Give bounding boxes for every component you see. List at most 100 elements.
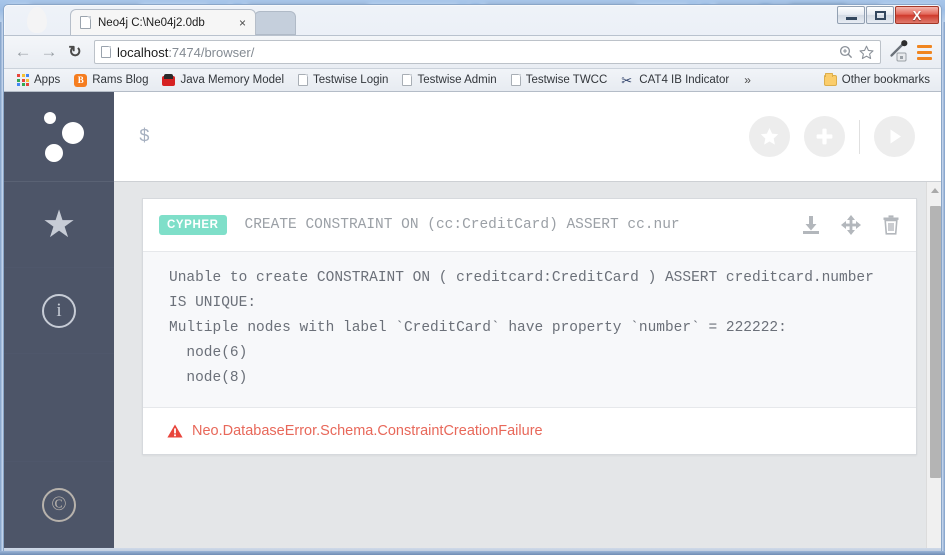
bookmark-label: Testwise Login <box>313 74 389 86</box>
reload-button[interactable]: ↻ <box>62 39 88 65</box>
back-button[interactable]: ← <box>10 39 36 65</box>
bookmark-cat4-ib-indicator[interactable]: ✂ CAT4 IB Indicator <box>614 70 736 90</box>
bookmark-label: Rams Blog <box>92 74 149 86</box>
download-icon[interactable] <box>800 214 822 236</box>
executed-query-text: CREATE CONSTRAINT ON (cc:CreditCard) ASS… <box>244 217 680 233</box>
scrollbar-thumb[interactable] <box>930 206 941 478</box>
expand-icon-svg <box>841 215 861 235</box>
bookmark-label: CAT4 IB Indicator <box>639 74 730 86</box>
apps-grid-icon <box>17 74 29 86</box>
chrome-menu-button[interactable] <box>911 39 937 65</box>
download-icon-svg <box>803 216 819 234</box>
result-frame-actions <box>800 214 902 236</box>
bookmarks-bar: Apps B Rams Blog Java Memory Model Testw… <box>4 68 941 92</box>
result-frame-header: CYPHER CREATE CONSTRAINT ON (cc:CreditCa… <box>143 199 916 251</box>
hamburger-bar <box>916 50 932 54</box>
forward-button[interactable]: → <box>36 39 62 65</box>
warning-icon-svg <box>167 424 183 438</box>
bookmark-other-bookmarks[interactable]: Other bookmarks <box>817 70 937 90</box>
folder-icon <box>823 72 837 86</box>
scissors-icon: ✂ <box>621 72 633 88</box>
page-icon <box>101 46 111 58</box>
expand-icon[interactable] <box>840 214 862 236</box>
add-query-button[interactable] <box>804 116 845 157</box>
browser-toolbar: ← → ↻ localhost:7474/browser/ <box>4 35 941 68</box>
query-editor-bar: $ <box>114 92 941 182</box>
page-icon <box>298 74 309 86</box>
browser-window: Neo4j C:\Ne04j2.0db × X ← → ↻ localhost:… <box>0 0 945 555</box>
window-edge-bottom <box>0 551 945 555</box>
star-icon <box>760 128 779 145</box>
restore-icon <box>874 10 886 20</box>
bookmark-java-memory-model[interactable]: Java Memory Model <box>155 70 291 90</box>
sidebar-spacer <box>4 354 114 462</box>
window-edge-left <box>0 22 3 555</box>
browser-tab-neo4j[interactable]: Neo4j C:\Ne04j2.0db × <box>70 9 256 35</box>
jvm-book-icon <box>162 73 176 87</box>
bookmark-label: Apps <box>34 74 61 86</box>
close-icon[interactable]: × <box>236 17 249 29</box>
sidebar-item-favorites[interactable]: ★ <box>4 182 114 268</box>
plus-icon <box>816 128 833 145</box>
info-circle-icon: i <box>42 293 76 328</box>
bookmarks-overflow-button[interactable]: » <box>736 73 759 87</box>
copyright-circle-icon: © <box>42 487 76 522</box>
minimize-button[interactable] <box>837 6 865 24</box>
bookmark-label: Other bookmarks <box>841 74 930 86</box>
page-icon <box>510 74 521 86</box>
run-query-button[interactable] <box>874 116 915 157</box>
neo4j-sidebar: ★ i © <box>4 92 114 548</box>
bookmark-testwise-login[interactable]: Testwise Login <box>291 70 395 90</box>
trash-icon-svg <box>883 215 899 235</box>
warning-triangle-icon <box>167 424 183 438</box>
page-icon <box>80 16 91 29</box>
result-frame: CYPHER CREATE CONSTRAINT ON (cc:CreditCa… <box>142 198 917 455</box>
new-tab-button[interactable] <box>254 11 296 35</box>
editor-actions <box>749 116 915 157</box>
sidebar-item-credits[interactable]: © <box>4 462 114 548</box>
play-icon <box>890 129 901 144</box>
bookmark-label: Java Memory Model <box>180 74 285 86</box>
eyedropper-icon-svg <box>890 40 908 62</box>
star-icon-svg <box>858 45 874 59</box>
chevron-up-icon <box>931 188 939 193</box>
sidebar-item-database-logo[interactable] <box>4 92 114 182</box>
maximize-button[interactable] <box>866 6 894 24</box>
address-bar[interactable]: localhost:7474/browser/ <box>94 40 881 64</box>
editor-separator <box>859 119 860 154</box>
bookmark-testwise-twcc[interactable]: Testwise TWCC <box>504 70 615 90</box>
tab-strip: Neo4j C:\Ne04j2.0db × X <box>4 5 941 37</box>
eyedropper-extension-icon[interactable] <box>887 39 911 65</box>
chrome-logo-icon <box>24 7 50 37</box>
bookmark-testwise-admin[interactable]: Testwise Admin <box>395 70 503 90</box>
page-scrollbar[interactable] <box>926 182 941 548</box>
window-controls: X <box>837 6 939 24</box>
close-window-button[interactable]: X <box>895 6 939 24</box>
trash-icon[interactable] <box>880 214 902 236</box>
error-code-footer: Neo.DatabaseError.Schema.ConstraintCreat… <box>143 408 916 454</box>
bookmark-apps[interactable]: Apps <box>10 70 67 90</box>
scrollbar-up-button[interactable] <box>927 182 941 199</box>
bookmark-star-icon[interactable] <box>856 42 876 62</box>
neo4j-dots-icon <box>62 122 84 144</box>
bookmark-rams-blog[interactable]: B Rams Blog <box>67 70 155 90</box>
tab-title: Neo4j C:\Ne04j2.0db <box>98 16 205 29</box>
star-icon: ★ <box>41 203 77 246</box>
favorite-query-button[interactable] <box>749 116 790 157</box>
page-icon <box>402 74 413 86</box>
url-text: localhost:7474/browser/ <box>117 45 836 60</box>
blogger-icon: B <box>74 73 88 87</box>
hamburger-bar <box>916 56 932 60</box>
page-viewport: ★ i © $ CYPHER CREATE CONSTRAINT ON (cc:… <box>4 92 941 548</box>
bookmark-label: Testwise Admin <box>417 74 497 86</box>
neo4j-dots-icon <box>45 144 63 162</box>
error-code-text: Neo.DatabaseError.Schema.ConstraintCreat… <box>192 423 543 439</box>
zoom-icon[interactable] <box>836 42 856 62</box>
sidebar-item-about[interactable]: i <box>4 268 114 354</box>
bookmark-label: Testwise TWCC <box>525 74 608 86</box>
chrome-window-frame: Neo4j C:\Ne04j2.0db × X ← → ↻ localhost:… <box>3 4 942 552</box>
editor-prompt: $ <box>139 126 150 147</box>
neo4j-dots-icon <box>44 112 56 124</box>
url-host: localhost <box>117 44 169 60</box>
cypher-badge: CYPHER <box>159 215 227 235</box>
